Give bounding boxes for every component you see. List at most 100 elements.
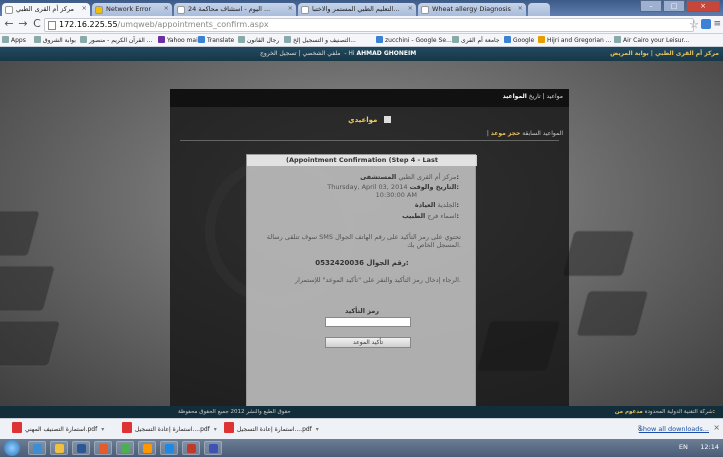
download-item[interactable]: استمارة إعادة التسجيل....pdf ▾ <box>122 422 217 436</box>
download-item[interactable]: استمارة التصنيف المهني.pdf ▾ <box>12 422 104 436</box>
close-icon[interactable]: × <box>713 423 720 432</box>
language-indicator[interactable]: EN <box>679 443 688 451</box>
close-icon[interactable]: × <box>82 4 87 12</box>
bookmark-item[interactable]: Hijri and Gregorian ... <box>538 36 611 44</box>
calendar-icon <box>383 116 391 123</box>
user-name: AHMAD GHONEIM <box>356 50 417 57</box>
site-brand[interactable]: مركز أم القرى الطبي | بوابة المريض <box>610 50 719 57</box>
bookmark-item[interactable]: التصنيف و التسجيل إلخ... <box>284 36 356 44</box>
pdf-icon <box>224 422 234 433</box>
confirmation-code-input[interactable] <box>325 317 411 327</box>
date-value: Thursday, April 03, 2014 <box>327 183 408 191</box>
bookmark-item[interactable]: القرآن الكريم - منصور ... <box>80 36 152 44</box>
tab-title: مركز أم القرى الطبي <box>16 5 75 13</box>
bookmark-item[interactable]: zucchini - Google Se... <box>376 36 452 44</box>
divider <box>180 140 559 141</box>
app-icon <box>165 444 174 453</box>
apps-icon <box>2 36 9 43</box>
taskbar-app[interactable] <box>28 441 46 455</box>
code-label: رمز التأكيد <box>344 307 380 315</box>
tab-wheat[interactable]: Wheat allergy Diagnosis × <box>418 3 526 16</box>
doctor-value: اسماء فرج <box>427 212 457 220</box>
confirm-appointment-button[interactable]: تأكيد الموعد <box>325 337 411 348</box>
chevron-down-icon[interactable]: ▾ <box>316 426 319 433</box>
close-icon[interactable]: × <box>164 4 169 12</box>
bookmark-item[interactable]: Translate <box>198 36 234 44</box>
bookmark-item[interactable]: Air Cairo your Leisur... <box>614 36 689 44</box>
taskbar-app[interactable] <box>94 441 112 455</box>
reload-icon[interactable]: C <box>31 18 43 30</box>
tab-network-error[interactable]: Network Error × <box>92 3 172 16</box>
sms-note: سوف تتلقى رسالة SMS تحتوي على رمز التأكي… <box>266 233 461 249</box>
datetime-label: التاريخ والوقت: <box>409 183 459 191</box>
site-footer: حقوق الطبع والنشر 2012 جميع الحقوق محفوظ… <box>0 406 723 418</box>
favicon-icon <box>301 6 309 14</box>
tab-cme[interactable]: التعليم الطبي المستمر والاختبا... × <box>298 3 416 16</box>
back-arrow-icon[interactable]: ← <box>3 18 15 30</box>
favicon-icon <box>177 6 185 14</box>
folder-icon <box>55 444 64 453</box>
windows-taskbar: EN 12:14 <box>0 439 723 457</box>
taskbar-app[interactable] <box>116 441 134 455</box>
forward-arrow-icon[interactable]: → <box>17 18 29 30</box>
bookmark-star-icon[interactable]: ☆ <box>689 18 699 31</box>
tab-news[interactable]: اليوم - استئناف محاكمة 24 ... × <box>174 3 296 16</box>
pdf-icon <box>12 422 22 433</box>
taskbar-app[interactable] <box>204 441 222 455</box>
tab-umq[interactable]: مركز أم القرى الطبي × <box>2 3 90 16</box>
powered-by-company[interactable]: شركة التقنية الدولية المحدودة <box>645 409 713 415</box>
chevron-down-icon[interactable]: ▾ <box>101 426 104 433</box>
show-all-downloads-link[interactable]: Show all downloads... <box>639 425 709 433</box>
maximize-icon[interactable]: □ <box>663 0 685 12</box>
pdf-app-icon <box>187 444 196 453</box>
window-close-icon[interactable]: × <box>686 0 720 12</box>
user-links[interactable]: ملفي الشخصي | تسجيل الخروج <box>260 50 341 57</box>
ie-icon <box>33 444 42 453</box>
address-bar[interactable]: 172.16.225.55/umqweb/appointments_confir… <box>44 18 694 32</box>
tab-title: Network Error <box>106 5 152 13</box>
confirmation-dialog: (Appointment Confirmation (Step 4 - Last… <box>246 154 477 406</box>
media-icon <box>99 444 108 453</box>
dialog-title: (Appointment Confirmation (Step 4 - Last <box>247 155 477 166</box>
start-button-icon[interactable] <box>4 440 20 456</box>
doctor-row: اسماء فرج الطبيب: <box>402 212 459 220</box>
new-tab-button[interactable] <box>528 3 550 16</box>
bookmark-item[interactable]: جامعة أم القرى <box>452 36 500 44</box>
page-background: مواعيد | تاريخ المواعيد مواعيدي | المواع… <box>0 61 723 406</box>
time-row: 10:30:00 AM <box>376 191 417 199</box>
yahoo-favicon-icon <box>95 6 103 14</box>
user-bar: ملفي الشخصي | تسجيل الخروج - Hi AHMAD GH… <box>260 50 417 57</box>
bookmark-item[interactable]: Google <box>504 36 534 44</box>
panel-nav-links[interactable]: مواعيد | تاريخ <box>529 93 563 100</box>
clinic-value: الجلدية <box>437 201 457 209</box>
chevron-down-icon[interactable]: ▾ <box>214 426 217 433</box>
book-appointment-link[interactable]: حجز موعد <box>491 130 521 137</box>
minimize-icon[interactable]: – <box>640 0 662 12</box>
clock[interactable]: 12:14 <box>700 443 719 451</box>
close-icon[interactable]: × <box>408 4 413 12</box>
bookmark-item[interactable]: رجال القانون <box>238 36 279 44</box>
panel-nav-active[interactable]: المواعيد <box>503 93 527 100</box>
hospital-value: مركز أم القرى الطبي <box>398 173 457 181</box>
close-icon[interactable]: × <box>288 4 293 12</box>
mobile-row: 0532420036 رقم الجوال: <box>247 259 477 267</box>
bookmarks-bar: Apps بوابة الشروق القرآن الكريم - منصور … <box>0 34 723 47</box>
bookmark-apps[interactable]: Apps <box>2 36 26 44</box>
bookmark-item[interactable]: Yahoo mail <box>158 36 199 44</box>
extension-icon[interactable] <box>701 19 711 29</box>
taskbar-app[interactable] <box>50 441 68 455</box>
taskbar-app[interactable] <box>182 441 200 455</box>
close-icon[interactable]: × <box>518 4 523 12</box>
bookmark-item[interactable]: بوابة الشروق <box>34 36 76 44</box>
download-item[interactable]: استمارة إعادة التسجيل....pdf ▾ <box>224 422 319 436</box>
taskbar-app[interactable] <box>138 441 156 455</box>
time-value: 10:30:00 AM <box>375 191 417 199</box>
word-icon <box>77 444 86 453</box>
panel-nav[interactable]: مواعيد | تاريخ المواعيد <box>503 93 563 100</box>
taskbar-app[interactable] <box>72 441 90 455</box>
taskbar-app[interactable] <box>160 441 178 455</box>
system-tray: EN 12:14 <box>679 443 719 451</box>
mobile-value: 0532420036 <box>315 259 364 267</box>
menu-icon[interactable]: ≡ <box>713 19 721 29</box>
copyright-text: حقوق الطبع والنشر 2012 جميع الحقوق محفوظ… <box>178 409 291 415</box>
